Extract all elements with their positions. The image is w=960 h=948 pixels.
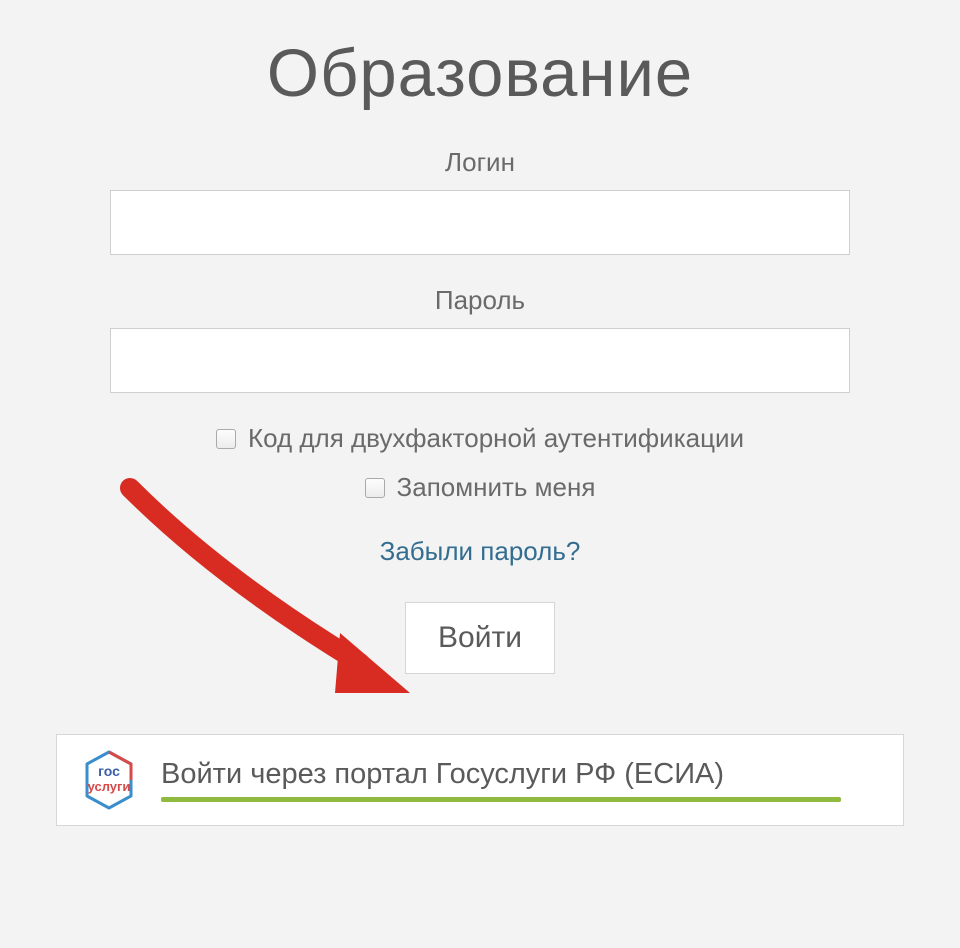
password-field-group: Пароль [40,285,920,393]
remember-label: Запомнить меня [397,472,596,503]
page-title: Образование [267,35,693,112]
remember-checkbox[interactable] [365,478,385,498]
login-input[interactable] [110,190,850,255]
login-form-container: Образование Логин Пароль Код для двухфак… [0,0,960,826]
login-field-group: Логин [40,147,920,255]
login-button[interactable]: Войти [405,602,555,674]
gosuslugi-text-wrap: Войти через портал Госуслуги РФ (ЕСИА) [161,758,885,802]
remember-row: Запомнить меня [365,472,596,503]
svg-text:гос: гос [98,763,120,779]
two-factor-checkbox[interactable] [216,429,236,449]
password-input[interactable] [110,328,850,393]
two-factor-row: Код для двухфакторной аутентификации [216,423,744,454]
annotation-underline [161,797,841,802]
svg-text:услуги: услуги [88,779,131,794]
login-label: Логин [445,147,515,178]
forgot-password-link[interactable]: Забыли пароль? [380,536,581,567]
gosuslugi-login-button[interactable]: гос услуги Войти через портал Госуслуги … [56,734,904,826]
gosuslugi-logo-icon: гос услуги [75,746,143,814]
password-label: Пароль [435,285,525,316]
two-factor-label: Код для двухфакторной аутентификации [248,423,744,454]
gosuslugi-label: Войти через портал Госуслуги РФ (ЕСИА) [161,758,724,791]
